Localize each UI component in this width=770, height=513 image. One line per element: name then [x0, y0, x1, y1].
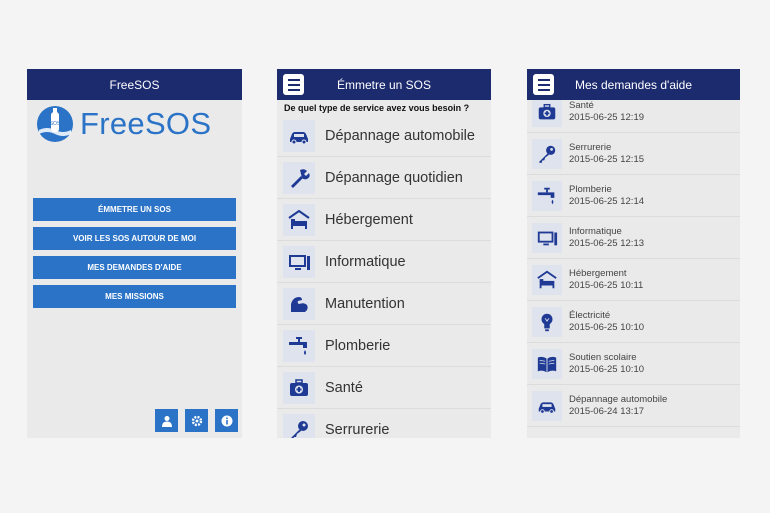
service-label: Dépannage automobile: [325, 127, 475, 144]
gear-icon: [191, 415, 202, 426]
hamburger-menu-button[interactable]: [533, 74, 554, 95]
service-item[interactable]: Hébergement: [277, 199, 491, 241]
service-item[interactable]: Manutention: [277, 283, 491, 325]
computer-icon: [289, 254, 310, 270]
service-label: Plomberie: [325, 337, 391, 354]
request-date: 2015-06-25 10:11: [569, 279, 644, 291]
profile-button[interactable]: [155, 409, 178, 432]
request-category: Hébergement: [569, 267, 627, 279]
bottom-toolbar: [155, 409, 238, 432]
my-missions-button[interactable]: MES MISSIONS: [33, 285, 236, 308]
car-icon: [290, 131, 308, 144]
request-item[interactable]: Dépannage automobile 2015-06-24 13:17: [527, 385, 740, 427]
request-item[interactable]: Hébergement 2015-06-25 10:11: [527, 259, 740, 301]
service-label: Serrurerie: [325, 421, 390, 438]
hamburger-menu-button[interactable]: [283, 74, 304, 95]
service-list: Dépannage automobile Dépannage quotidien…: [277, 115, 491, 438]
request-category: Santé: [569, 99, 594, 111]
emit-sos-screen: Émmetre un SOS De quel type de service a…: [277, 69, 491, 438]
request-item[interactable]: Serrurerie 2015-06-25 12:15: [527, 133, 740, 175]
service-label: Informatique: [325, 253, 406, 270]
app-bar: Émmetre un SOS: [277, 69, 491, 100]
request-item[interactable]: Soutien scolaire 2015-06-25 10:10: [527, 343, 740, 385]
service-item[interactable]: Santé: [277, 367, 491, 409]
request-category: Plomberie: [569, 183, 612, 195]
request-item[interactable]: Plomberie 2015-06-25 12:14: [527, 175, 740, 217]
home-screen: FreeSOS SOS FreeSOS ÉMMETRE UN SOS VOIR …: [27, 69, 242, 438]
faucet-icon: [289, 336, 307, 355]
request-date: 2015-06-25 12:15: [569, 153, 645, 165]
computer-icon: [537, 231, 558, 245]
requests-list: Santé 2015-06-25 12:19 Serrurerie 2015-06-…: [527, 91, 740, 427]
faucet-icon: [537, 187, 555, 204]
request-category: Soutien scolaire: [569, 351, 637, 363]
request-category: Dépannage automobile: [569, 393, 668, 405]
settings-button[interactable]: [185, 409, 208, 432]
bottle-logo-icon: SOS: [37, 106, 73, 142]
service-label: Manutention: [325, 295, 405, 312]
request-date: 2015-06-25 10:10: [569, 363, 645, 375]
service-item[interactable]: Dépannage automobile: [277, 115, 491, 157]
service-item[interactable]: Informatique: [277, 241, 491, 283]
service-label: Hébergement: [325, 211, 413, 228]
screen-title: Émmetre un SOS: [336, 77, 432, 92]
service-label: Dépannage quotidien: [325, 169, 463, 186]
bed-icon: [537, 270, 557, 288]
service-item[interactable]: Serrurerie: [277, 409, 491, 438]
request-item[interactable]: Informatique 2015-06-25 12:13: [527, 217, 740, 259]
logo: SOS FreeSOS: [27, 100, 242, 146]
request-date: 2015-06-25 12:13: [569, 237, 645, 249]
service-item[interactable]: Dépannage quotidien: [277, 157, 491, 199]
book-icon: [537, 356, 557, 372]
request-date: 2015-06-25 12:14: [569, 195, 645, 207]
emit-sos-button[interactable]: ÉMMETRE UN SOS: [33, 198, 236, 221]
info-icon: [221, 415, 232, 426]
service-item[interactable]: Plomberie: [277, 325, 491, 367]
info-button[interactable]: [215, 409, 238, 432]
request-item[interactable]: Électricité 2015-06-25 10:10: [527, 301, 740, 343]
medical-kit-icon: [290, 378, 308, 396]
car-icon: [538, 401, 556, 414]
bulb-icon: [541, 313, 553, 331]
request-date: 2015-06-24 13:17: [569, 405, 645, 417]
key-icon: [290, 420, 308, 438]
screen-title: Mes demandes d'aide: [574, 77, 693, 92]
my-help-requests-button[interactable]: MES DEMANDES D'AIDE: [33, 256, 236, 279]
service-question: De quel type de service avez vous besoin…: [284, 103, 470, 113]
home-menu: ÉMMETRE UN SOS VOIR LES SOS AUTOUR DE MO…: [27, 198, 242, 308]
app-bar: FreeSOS: [27, 69, 242, 100]
app-bar: Mes demandes d'aide: [527, 69, 740, 100]
request-category: Serrurerie: [569, 141, 612, 153]
svg-text:SOS: SOS: [50, 121, 61, 127]
help-requests-screen: Mes demandes d'aide Santé 2015-06-25 12:1…: [527, 69, 740, 438]
bed-icon: [288, 209, 310, 229]
nearby-sos-button[interactable]: VOIR LES SOS AUTOUR DE MOI: [33, 227, 236, 250]
arm-icon: [291, 296, 308, 312]
request-category: Informatique: [569, 225, 622, 237]
request-date: 2015-06-25 10:10: [569, 321, 645, 333]
tools-icon: [291, 168, 310, 188]
service-label: Santé: [325, 379, 363, 396]
key-icon: [538, 145, 556, 163]
request-date: 2015-06-25 12:19: [569, 111, 645, 123]
user-icon: [161, 415, 172, 427]
logo-text: FreeSOS: [80, 106, 212, 141]
medical-kit-icon: [538, 103, 556, 119]
request-category: Électricité: [569, 309, 611, 321]
app-title: FreeSOS: [109, 77, 160, 92]
